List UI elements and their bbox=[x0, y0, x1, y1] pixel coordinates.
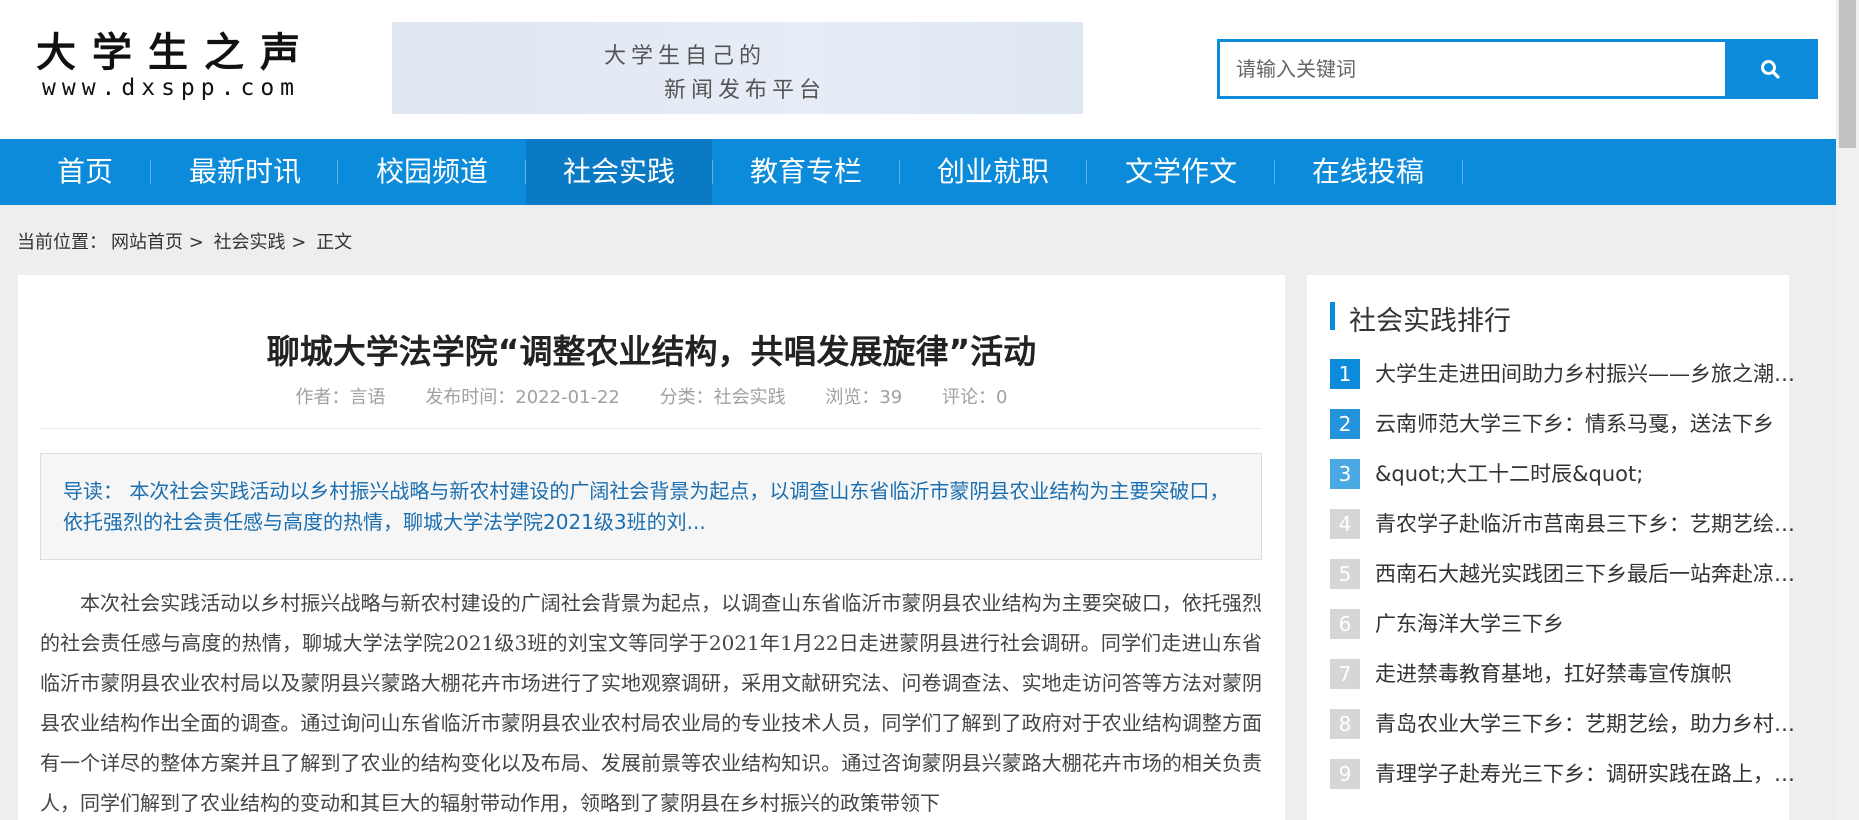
nav-item-career[interactable]: 创业就职 bbox=[918, 139, 1068, 205]
nav-item-campus[interactable]: 校园频道 bbox=[357, 139, 507, 205]
search-icon bbox=[1761, 60, 1780, 79]
ranking-item-title[interactable]: 青理学子赴寿光三下乡：调研实践在路上，青春奋斗正当时 bbox=[1375, 759, 1795, 789]
ranking-item-title[interactable]: 青农学子赴临沂市莒南县三下乡：艺期艺绘，助力乡村振兴 bbox=[1375, 509, 1795, 539]
article-body: 本次社会实践活动以乡村振兴战略与新农村建设的广阔社会背景为起点，以调查山东省临沂… bbox=[40, 591, 1262, 815]
article-meta: 作者：言语 发布时间：2022-01-22 分类：社会实践 浏览：39 评论：0 bbox=[18, 383, 1285, 409]
header-banner[interactable]: 大学生自己的 新闻发布平台 bbox=[392, 22, 1083, 114]
breadcrumb-current: 正文 bbox=[316, 232, 353, 253]
breadcrumb-home-link[interactable]: 网站首页 bbox=[111, 232, 183, 253]
nav-item-latest-news[interactable]: 最新时讯 bbox=[170, 139, 320, 205]
rank-number: 2 bbox=[1330, 409, 1360, 439]
banner-slogan-line2: 新闻发布平台 bbox=[664, 78, 827, 103]
meta-date: 发布时间：2022-01-22 bbox=[425, 387, 620, 408]
meta-author: 作者：言语 bbox=[295, 387, 386, 408]
ranking-item-title[interactable]: 大学生走进田间助力乡村振兴——乡旅之潮，振兴之路 bbox=[1375, 359, 1795, 389]
nav-divider bbox=[150, 160, 151, 184]
breadcrumb-category-link[interactable]: 社会实践 bbox=[214, 232, 286, 253]
logo-title: 大学生之声 bbox=[36, 29, 316, 76]
site-logo[interactable]: 大学生之声 www.dxspp.com bbox=[36, 30, 316, 102]
logo-url: www.dxspp.com bbox=[42, 75, 301, 101]
sidebar-title-accent bbox=[1330, 302, 1335, 330]
rank-number: 1 bbox=[1330, 359, 1360, 389]
rank-number: 3 bbox=[1330, 459, 1360, 489]
ranking-item-title[interactable]: 广东海洋大学三下乡 bbox=[1375, 609, 1795, 639]
nav-item-education[interactable]: 教育专栏 bbox=[731, 139, 881, 205]
rank-number: 8 bbox=[1330, 709, 1360, 739]
ranking-item[interactable]: 8 青岛农业大学三下乡：艺期艺绘，助力乡村振兴 bbox=[1330, 709, 1795, 739]
page-scrollbar[interactable] bbox=[1836, 0, 1859, 820]
search-button[interactable] bbox=[1725, 42, 1815, 96]
nav-divider bbox=[337, 160, 338, 184]
ranking-item-title[interactable]: 云南师范大学三下乡：情系马戛，送法下乡 bbox=[1375, 409, 1795, 439]
ranking-item[interactable]: 7 走进禁毒教育基地，扛好禁毒宣传旗帜 bbox=[1330, 659, 1770, 689]
meta-comments: 评论：0 bbox=[942, 387, 1008, 408]
search-input[interactable] bbox=[1220, 42, 1725, 96]
scrollbar-thumb[interactable] bbox=[1839, 0, 1856, 148]
article-card: 聊城大学法学院“调整农业结构，共唱发展旋律”活动 作者：言语 发布时间：2022… bbox=[18, 275, 1285, 820]
ranking-item[interactable]: 3 &quot;大工十二时辰&quot; bbox=[1330, 459, 1770, 489]
ranking-item-title[interactable]: &quot;大工十二时辰&quot; bbox=[1375, 459, 1795, 489]
nav-divider bbox=[1462, 160, 1463, 184]
nav-item-social-practice[interactable]: 社会实践 bbox=[526, 139, 712, 205]
nav-divider bbox=[712, 160, 713, 184]
nav-divider bbox=[1086, 160, 1087, 184]
ranking-item-title[interactable]: 走进禁毒教育基地，扛好禁毒宣传旗帜 bbox=[1375, 659, 1795, 689]
article-title: 聊城大学法学院“调整农业结构，共唱发展旋律”活动 bbox=[266, 332, 1037, 371]
rank-number: 5 bbox=[1330, 559, 1360, 589]
nav-item-submit[interactable]: 在线投稿 bbox=[1293, 139, 1443, 205]
sidebar-ranking: 社会实践排行 1 大学生走进田间助力乡村振兴——乡旅之潮，振兴之路 2 云南师范… bbox=[1307, 275, 1795, 820]
rank-number: 9 bbox=[1330, 759, 1360, 789]
sidebar-title: 社会实践排行 bbox=[1349, 306, 1511, 337]
rank-number: 7 bbox=[1330, 659, 1360, 689]
ranking-item-title[interactable]: 青岛农业大学三下乡：艺期艺绘，助力乡村振兴 bbox=[1375, 709, 1795, 739]
nav-divider bbox=[899, 160, 900, 184]
ranking-item[interactable]: 6 广东海洋大学三下乡 bbox=[1330, 609, 1770, 639]
ranking-item[interactable]: 9 青理学子赴寿光三下乡：调研实践在路上，青春奋斗正当时 bbox=[1330, 759, 1795, 789]
banner-slogan-line1: 大学生自己的 bbox=[604, 44, 767, 69]
ranking-item-title[interactable]: 西南石大越光实践团三下乡最后一站奔赴凉山州 bbox=[1375, 559, 1795, 589]
breadcrumb-separator: > bbox=[291, 232, 307, 253]
rank-number: 4 bbox=[1330, 509, 1360, 539]
site-header: 大学生之声 www.dxspp.com 大学生自己的 新闻发布平台 bbox=[0, 0, 1836, 139]
main-nav: 首页 最新时讯 校园频道 社会实践 教育专栏 创业就职 文学作文 在线投稿 bbox=[0, 139, 1836, 205]
breadcrumb: 当前位置： 网站首页 > 社会实践 > 正文 bbox=[17, 228, 356, 254]
nav-item-literature[interactable]: 文学作文 bbox=[1106, 139, 1256, 205]
ranking-item[interactable]: 2 云南师范大学三下乡：情系马戛，送法下乡 bbox=[1330, 409, 1774, 439]
breadcrumb-prefix: 当前位置： bbox=[17, 232, 107, 253]
nav-item-home[interactable]: 首页 bbox=[37, 139, 133, 205]
article-divider bbox=[40, 428, 1262, 429]
ranking-item[interactable]: 5 西南石大越光实践团三下乡最后一站奔赴凉山州 bbox=[1330, 559, 1795, 589]
article-summary: 导读： 本次社会实践活动以乡村振兴战略与新农村建设的广阔社会背景为起点，以调查山… bbox=[40, 453, 1262, 560]
rank-number: 6 bbox=[1330, 609, 1360, 639]
meta-category: 分类：社会实践 bbox=[659, 387, 786, 408]
ranking-item[interactable]: 1 大学生走进田间助力乡村振兴——乡旅之潮，振兴之路 bbox=[1330, 359, 1795, 389]
search-box bbox=[1217, 39, 1818, 99]
meta-views: 浏览：39 bbox=[825, 387, 903, 408]
nav-divider bbox=[1274, 160, 1275, 184]
ranking-item[interactable]: 4 青农学子赴临沂市莒南县三下乡：艺期艺绘，助力乡村振兴 bbox=[1330, 509, 1795, 539]
breadcrumb-separator: > bbox=[188, 232, 204, 253]
